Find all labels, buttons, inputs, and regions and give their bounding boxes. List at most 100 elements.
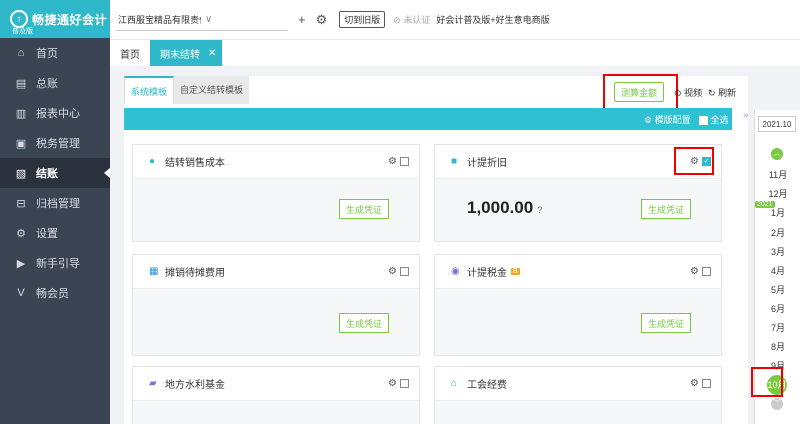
company-name: 江西服宝精品有限责任公司（L）勿删... xyxy=(118,14,201,25)
settings-gear-icon[interactable]: ⚙ xyxy=(316,12,328,28)
member-icon: V xyxy=(17,287,25,299)
sidebar-item-member[interactable]: V 畅会员 xyxy=(0,278,110,308)
month-item[interactable]: 1月 xyxy=(755,206,800,219)
badge-icon: B xyxy=(511,268,520,275)
generate-voucher-button[interactable]: 生成凭证 xyxy=(641,199,691,219)
app-logo[interactable]: ↑ 畅捷通好会计 普及版 xyxy=(0,0,110,38)
amount-value: 1,000.00 xyxy=(467,198,534,217)
ledger-icon: ▤ xyxy=(15,77,27,90)
tab-system-template[interactable]: 系统模板 xyxy=(124,76,175,104)
auth-status[interactable]: ⊘ 未认证 xyxy=(393,13,430,26)
period-input[interactable]: 2021.10 xyxy=(758,116,796,132)
generate-voucher-button[interactable]: 生成凭证 xyxy=(641,313,691,333)
sidebar-item-reports[interactable]: ▥ 报表中心 xyxy=(0,98,110,128)
card-title: 工会经费 xyxy=(467,380,507,391)
gear-icon[interactable]: ⚙ xyxy=(388,266,397,277)
select-all[interactable]: 全选 xyxy=(699,113,729,126)
card-checkbox[interactable] xyxy=(400,157,409,166)
sidebar-item-checkout[interactable]: ▧ 结账 xyxy=(0,158,110,188)
collapse-icon[interactable]: » xyxy=(743,110,749,121)
card-checkbox[interactable] xyxy=(702,379,711,388)
sidebar-item-label: 新手引导 xyxy=(36,258,80,270)
month-item[interactable]: 6月 xyxy=(755,302,800,315)
add-icon[interactable]: + xyxy=(298,12,306,27)
refresh-icon: ↻ xyxy=(708,88,716,98)
building-icon: ⌂ xyxy=(451,378,458,389)
video-link[interactable]: ⊙ 视频 xyxy=(674,86,702,99)
auth-label: 未认证 xyxy=(403,15,431,25)
sidebar-item-home[interactable]: ⌂ 首页 xyxy=(0,38,110,68)
card-sales-cost: ● 结转销售成本 ⚙ 生成凭证 xyxy=(132,144,420,242)
coins-icon: ◉ xyxy=(451,266,460,277)
card-body xyxy=(435,401,721,424)
month-item[interactable]: 8月 xyxy=(755,340,800,353)
sidebar-item-guide[interactable]: ▶ 新手引导 xyxy=(0,248,110,278)
card-tax-accrual: ◉ 计提税金 B ⚙ 生成凭证 xyxy=(434,254,722,356)
month-item[interactable]: 7月 xyxy=(755,321,800,334)
highlight-box xyxy=(603,74,678,110)
video-label: 视频 xyxy=(684,88,703,98)
tab-home[interactable]: 首页 xyxy=(110,40,150,66)
card-amortization: ▦ 摊销待摊费用 ⚙ 生成凭证 xyxy=(132,254,420,356)
month-item[interactable]: 3月 xyxy=(755,245,800,258)
card-title: 地方水利基金 xyxy=(165,380,225,391)
month-item[interactable]: 12月 xyxy=(755,187,800,200)
card-title: 结转销售成本 xyxy=(165,158,225,169)
month-item[interactable]: 4月 xyxy=(755,264,800,277)
home-icon: ⌂ xyxy=(17,47,25,59)
tab-custom-template[interactable]: 自定义结转模板 xyxy=(174,76,250,104)
card-checkbox[interactable] xyxy=(400,379,409,388)
card-body: 生成凭证 xyxy=(133,289,419,355)
tax-icon: ▣ xyxy=(15,137,27,150)
card-header: ◉ 计提税金 B ⚙ xyxy=(435,255,721,289)
month-item[interactable]: 2月 xyxy=(755,226,800,239)
select-all-checkbox[interactable] xyxy=(699,116,708,126)
sidebar-item-settings[interactable]: ⚙ 设置 xyxy=(0,218,110,248)
gear-icon: ⚙ xyxy=(16,227,26,240)
chevron-up-icon[interactable]: ︿ xyxy=(771,148,783,160)
template-config-link[interactable]: ⚙ 模版配置 xyxy=(644,113,691,126)
sidebar-item-archive[interactable]: ⊟ 归档管理 xyxy=(0,188,110,218)
sidebar-item-label: 归档管理 xyxy=(36,198,80,210)
month-item[interactable]: 5月 xyxy=(755,283,800,296)
edition-promo[interactable]: 好会计普及版+好生意电商版 xyxy=(436,13,549,26)
month-item[interactable]: 11月 xyxy=(755,168,800,181)
tab-period-end[interactable]: 期末结转 ✕ xyxy=(150,40,223,66)
gear-icon[interactable]: ⚙ xyxy=(690,266,699,277)
card-header: ▦ 摊销待摊费用 ⚙ xyxy=(133,255,419,289)
refresh-link[interactable]: ↻ 刷新 xyxy=(708,86,736,99)
card-title: 计提折旧 xyxy=(467,158,507,169)
card-body: 1,000.00? 生成凭证 xyxy=(435,179,721,241)
card-checkbox[interactable] xyxy=(400,267,409,276)
guide-icon: ▶ xyxy=(16,257,26,270)
card-header: ● 结转销售成本 ⚙ xyxy=(133,145,419,179)
sidebar-item-tax[interactable]: ▣ 税务管理 xyxy=(0,128,110,158)
switch-old-version-button[interactable]: 切到旧版 xyxy=(339,11,386,28)
company-selector[interactable]: 江西服宝精品有限责任公司（L）勿删... ∨ xyxy=(116,9,288,31)
refresh-label: 刷新 xyxy=(718,88,737,98)
gear-icon[interactable]: ⚙ xyxy=(690,378,699,389)
generate-voucher-button[interactable]: 生成凭证 xyxy=(339,199,389,219)
sidebar-item-label: 首页 xyxy=(36,48,58,60)
sidebar: ↑ 畅捷通好会计 普及版 ⌂ 首页 ▤ 总账 ▥ 报表中心 ▣ 税务管理 ▧ 结账 ⊟ 归档… xyxy=(0,0,110,424)
highlight-box xyxy=(674,147,714,175)
sidebar-item-label: 税务管理 xyxy=(36,138,80,150)
card-water-fund: ▰ 地方水利基金 ⚙ xyxy=(132,366,420,424)
help-icon[interactable]: ? xyxy=(537,205,542,215)
card-title: 摊销待摊费用 xyxy=(165,268,225,279)
card-body xyxy=(133,401,419,424)
edition-badge: 普及版 xyxy=(12,28,33,35)
card-body: 生成凭证 xyxy=(133,179,419,241)
chevron-down-icon[interactable]: ﹀ xyxy=(771,398,783,410)
gear-icon[interactable]: ⚙ xyxy=(388,156,397,167)
close-icon[interactable]: ✕ xyxy=(208,48,216,59)
card-header: ▰ 地方水利基金 ⚙ xyxy=(133,367,419,401)
card-checkbox[interactable] xyxy=(702,267,711,276)
depreciation-amount: 1,000.00? xyxy=(467,198,542,218)
grid-icon: ▦ xyxy=(149,266,159,277)
gear-icon[interactable]: ⚙ xyxy=(388,378,397,389)
tab-label: 期末结转 xyxy=(160,49,200,61)
generate-voucher-button[interactable]: 生成凭证 xyxy=(339,313,389,333)
logo-text: 畅捷通好会计 xyxy=(32,12,108,27)
sidebar-item-ledger[interactable]: ▤ 总账 xyxy=(0,68,110,98)
